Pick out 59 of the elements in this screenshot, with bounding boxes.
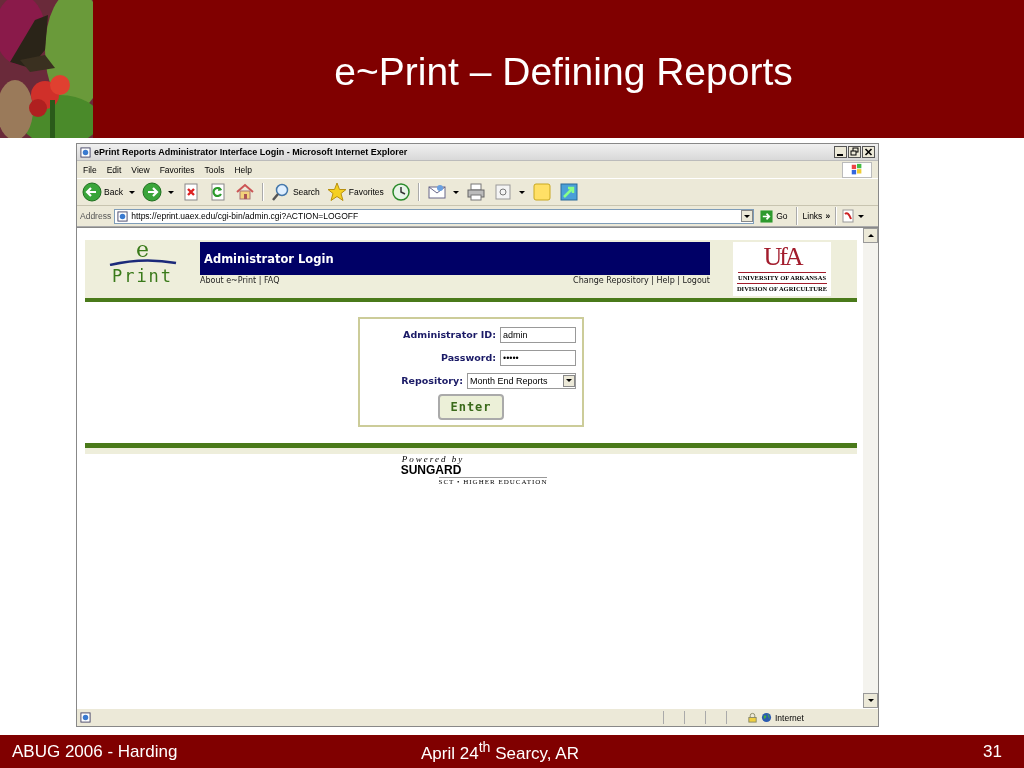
document-icon[interactable] (842, 209, 867, 223)
logo-mark: UfA (763, 242, 801, 272)
menu-item[interactable]: Favorites (159, 164, 195, 175)
enter-button[interactable]: Enter (438, 394, 504, 420)
swoosh-icon (107, 258, 178, 266)
menu-item[interactable]: File (83, 164, 97, 175)
minimize-icon[interactable] (834, 146, 847, 158)
toolbar-button[interactable]: Search (268, 181, 322, 203)
slide-title: e~Print – Defining Reports (333, 49, 794, 95)
nav-links[interactable]: About e~Print | FAQ (200, 276, 280, 285)
brand-name: SUNGARD (400, 464, 462, 476)
toolbar-button[interactable] (139, 181, 176, 203)
caret-icon (128, 190, 135, 194)
envelope-icon (426, 182, 447, 202)
logo-word: Print (111, 266, 174, 286)
lock-icon (747, 712, 758, 723)
logo-letter: e (136, 242, 149, 258)
clock-icon (390, 182, 411, 202)
address-label: Address (80, 211, 112, 221)
search-icon (270, 182, 291, 202)
menu-item[interactable]: Help (234, 164, 252, 175)
more-links-button[interactable]: » (825, 211, 831, 221)
address-field[interactable]: https://eprint.uaex.edu/cgi-bin/admin.cgi?ACTION=LOGOFF (114, 208, 755, 224)
menu-item[interactable]: Tools (204, 164, 225, 175)
go-button[interactable]: Go (757, 209, 791, 223)
printer-icon (465, 182, 486, 202)
globe-icon (761, 712, 772, 723)
window-title: ePrint Reports Administrator Interface Login - Microsoft Internet Explorer (94, 147, 409, 157)
close-icon[interactable] (862, 146, 875, 158)
page-icon (80, 146, 91, 158)
field-label: Password: (441, 352, 496, 363)
caret-icon (452, 190, 459, 194)
caret-icon (167, 190, 174, 194)
toolbar-button[interactable]: Back (80, 181, 137, 203)
input-field[interactable]: admin (500, 326, 576, 343)
star-icon (326, 182, 347, 202)
menu-item[interactable]: Edit (106, 164, 122, 175)
menu-item[interactable]: View (131, 164, 150, 175)
page-heading: Administrator Login (204, 251, 334, 266)
password-field[interactable]: ••••• (500, 349, 576, 366)
page-number: 31 (983, 741, 1002, 762)
caret-icon (518, 190, 525, 194)
note-icon (531, 182, 552, 202)
page-icon (492, 182, 513, 202)
nav-links[interactable]: Change Repository | Help | Logout (573, 276, 710, 285)
page-icon (117, 210, 129, 222)
field-label: Repository: (401, 375, 463, 386)
scrollbar[interactable] (863, 228, 878, 708)
repository-dropdown[interactable]: Month End Reports (467, 372, 576, 389)
links-button[interactable]: Links (802, 211, 823, 221)
page-icon (80, 712, 91, 723)
home-icon (234, 182, 255, 202)
toolbar-button[interactable]: Favorites (324, 181, 386, 203)
field-label: Administrator ID: (403, 329, 496, 340)
powered-by-text: Powered by (401, 454, 465, 464)
security-zone: Internet (775, 712, 805, 723)
restore-icon[interactable] (848, 146, 861, 158)
footer-text: ABUG 2006 - Harding (12, 741, 178, 762)
footer-text: April 24$^{th}$ Searcy, AR (421, 739, 579, 764)
